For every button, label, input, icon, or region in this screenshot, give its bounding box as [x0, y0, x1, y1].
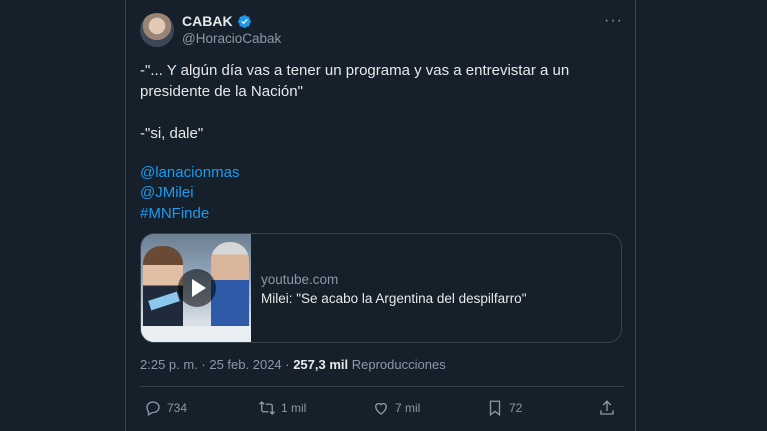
like-count: 7 mil — [395, 401, 421, 415]
tweet-card: CABAK @HoracioCabak ··· -"... Y algún dí… — [125, 0, 636, 431]
card-domain: youtube.com — [261, 272, 339, 287]
card-info: youtube.com Milei: "Se acabo la Argentin… — [261, 272, 527, 306]
retweet-icon — [259, 401, 275, 415]
author-handle[interactable]: @HoracioCabak — [182, 31, 281, 46]
share-button[interactable] — [598, 398, 616, 418]
retweet-button[interactable]: 1 mil — [258, 398, 306, 418]
view-count: 257,3 mil — [293, 357, 349, 372]
heart-icon — [375, 402, 387, 415]
tweet-meta: 2:25 p. m. · 25 feb. 2024 · 257,3 mil Re… — [140, 357, 446, 372]
left-margin — [0, 0, 125, 431]
play-icon[interactable] — [178, 269, 216, 307]
like-button[interactable]: 7 mil — [372, 398, 420, 418]
link-preview-card[interactable]: youtube.com Milei: "Se acabo la Argentin… — [140, 233, 622, 343]
video-thumbnail[interactable] — [141, 234, 251, 342]
tweet-text-line-1: -"... Y algún día vas a tener un program… — [140, 62, 570, 79]
bookmark-icon — [489, 400, 501, 417]
bookmark-count: 72 — [509, 401, 523, 415]
verified-badge-icon — [237, 14, 251, 28]
hashtag-mnfinde[interactable]: #MNFinde — [140, 203, 209, 224]
reply-count: 734 — [167, 401, 188, 415]
reply-button[interactable]: 734 — [144, 398, 187, 418]
tweet-text-line-3: -"si, dale" — [140, 125, 204, 142]
divider — [140, 386, 624, 387]
author-name-row: CABAK — [182, 13, 252, 29]
timestamp[interactable]: 2:25 p. m. · 25 feb. 2024 · — [140, 357, 293, 372]
retweet-count: 1 mil — [281, 401, 307, 415]
mention-jmilei[interactable]: @JMilei — [140, 182, 194, 203]
more-options-icon[interactable]: ··· — [604, 12, 623, 30]
mention-lanacionmas[interactable]: @lanacionmas — [140, 162, 239, 183]
card-title: Milei: "Se acabo la Argentina del despil… — [261, 291, 527, 306]
reply-icon — [146, 401, 160, 416]
views-label: Reproducciones — [348, 357, 446, 372]
author-name[interactable]: CABAK — [182, 13, 233, 29]
share-icon — [600, 400, 614, 415]
right-margin — [636, 0, 767, 431]
bookmark-button[interactable]: 72 — [486, 398, 522, 418]
tweet-text-line-2: presidente de la Nación" — [140, 83, 303, 100]
avatar[interactable] — [140, 13, 174, 47]
